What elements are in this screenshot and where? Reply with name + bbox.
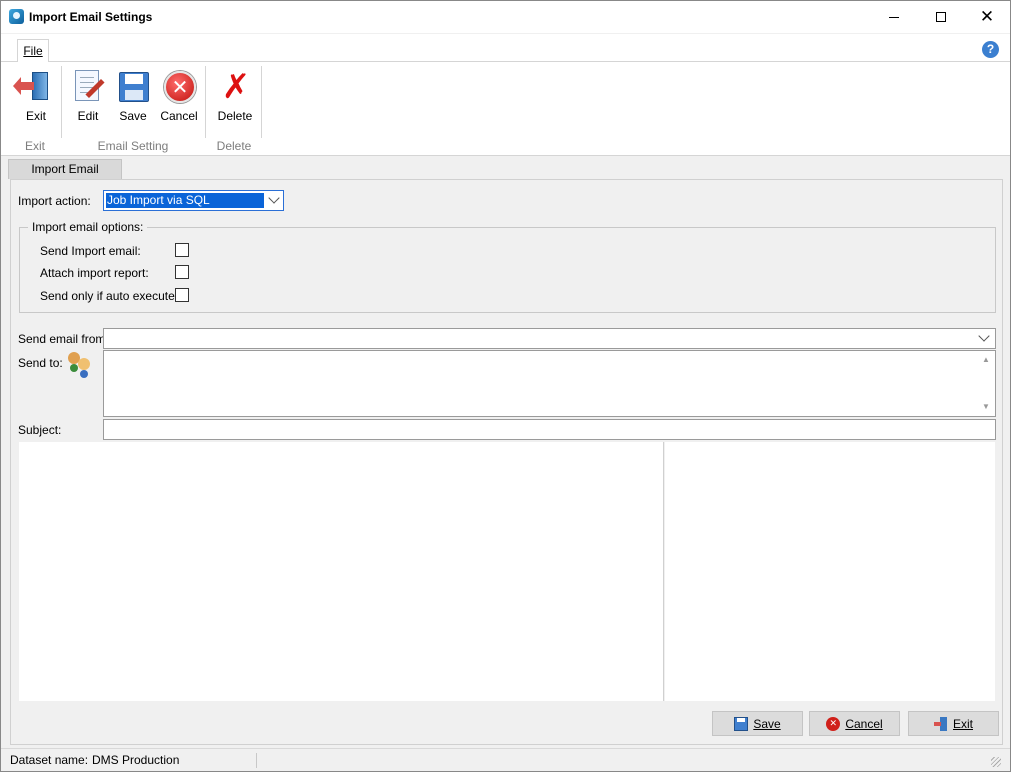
minimize-button[interactable] <box>871 1 917 33</box>
maximize-button[interactable] <box>918 1 964 33</box>
group-label-email-setting: Email Setting <box>97 139 169 153</box>
status-bar: Dataset name: DMS Production <box>1 748 1010 771</box>
edit-button[interactable]: Edit <box>66 68 110 124</box>
cancel-icon: ✕ <box>163 70 196 104</box>
exit-icon <box>933 716 948 731</box>
group-label-delete: Delete <box>216 139 252 153</box>
send-email-from-label: Send email from: <box>18 332 109 346</box>
email-fields-panel[interactable] <box>665 442 995 701</box>
footer-save-button[interactable]: Save <box>712 711 803 736</box>
delete-icon: ✗ <box>221 67 251 107</box>
footer-cancel-label: Cancel <box>845 716 883 731</box>
scroll-down-icon[interactable]: ▼ <box>981 402 991 412</box>
scroll-up-icon[interactable]: ▲ <box>981 355 991 365</box>
exit-button-label: Exit <box>25 109 46 123</box>
contacts-icon[interactable] <box>66 350 92 376</box>
close-icon: ✕ <box>979 6 995 27</box>
ribbon-separator <box>261 66 262 138</box>
exit-button[interactable]: Exit <box>13 68 58 124</box>
import-email-settings-window: Import Email Settings ✕ File ? Exit Edit… <box>0 0 1011 772</box>
subject-label: Subject: <box>18 423 62 437</box>
import-action-select[interactable]: Job Import via SQL <box>103 190 284 211</box>
maximize-icon <box>936 12 946 22</box>
subject-input[interactable] <box>103 419 996 440</box>
attach-import-report-label: Attach import report: <box>40 266 149 280</box>
help-icon[interactable]: ? <box>982 41 999 58</box>
ribbon-tab-bar: File ? <box>1 34 1010 63</box>
send-to-label: Send to: <box>18 356 63 370</box>
send-to-textarea[interactable] <box>103 350 996 417</box>
send-only-auto-label: Send only if auto execute: <box>40 289 179 303</box>
save-button[interactable]: Save <box>111 68 155 124</box>
minimize-icon <box>889 16 899 18</box>
save-icon <box>117 70 149 104</box>
resize-grip-icon[interactable] <box>991 757 1001 767</box>
delete-button-label: Delete <box>217 109 253 123</box>
app-icon <box>9 9 24 24</box>
delete-button[interactable]: ✗ Delete <box>213 68 257 124</box>
dataset-name-label: Dataset name: <box>10 753 89 767</box>
cancel-button[interactable]: ✕ Cancel <box>157 68 201 124</box>
send-only-auto-checkbox[interactable] <box>175 288 189 302</box>
chevron-down-icon <box>978 330 990 342</box>
chevron-down-icon <box>268 192 280 204</box>
send-import-email-checkbox[interactable] <box>175 243 189 257</box>
group-label-exit: Exit <box>24 139 45 153</box>
close-button[interactable]: ✕ <box>964 1 1010 33</box>
email-body-editor[interactable] <box>19 442 664 701</box>
import-email-options-title: Import email options: <box>28 220 148 234</box>
footer-exit-label: Exit <box>952 716 973 731</box>
attach-import-report-checkbox[interactable] <box>175 265 189 279</box>
send-email-from-select[interactable] <box>103 328 996 349</box>
cancel-icon: ✕ <box>826 716 841 731</box>
tab-file-label: File <box>23 44 43 58</box>
footer-exit-button[interactable]: Exit <box>908 711 999 736</box>
cancel-button-label: Cancel <box>160 109 198 123</box>
ribbon-separator <box>61 66 62 138</box>
send-import-email-label: Send Import email: <box>40 244 141 258</box>
tab-file[interactable]: File <box>17 39 49 63</box>
save-icon <box>734 716 749 731</box>
ribbon-separator <box>205 66 206 138</box>
tab-import-email-settings[interactable]: Import Email Settings <box>8 159 122 195</box>
status-separator <box>256 753 257 768</box>
window-title: Import Email Settings <box>29 10 153 24</box>
exit-icon <box>13 70 52 104</box>
ribbon: Exit Edit Save ✕ Cancel ✗ Delete Exit Em… <box>1 62 1010 156</box>
import-action-label: Import action: <box>18 194 91 208</box>
dataset-name-value: DMS Production <box>92 753 180 767</box>
footer-save-label: Save <box>753 716 781 731</box>
edit-icon <box>72 70 105 104</box>
title-bar: Import Email Settings ✕ <box>1 1 1010 33</box>
footer-cancel-button[interactable]: ✕ Cancel <box>809 711 900 736</box>
import-action-value: Job Import via SQL <box>106 193 264 208</box>
